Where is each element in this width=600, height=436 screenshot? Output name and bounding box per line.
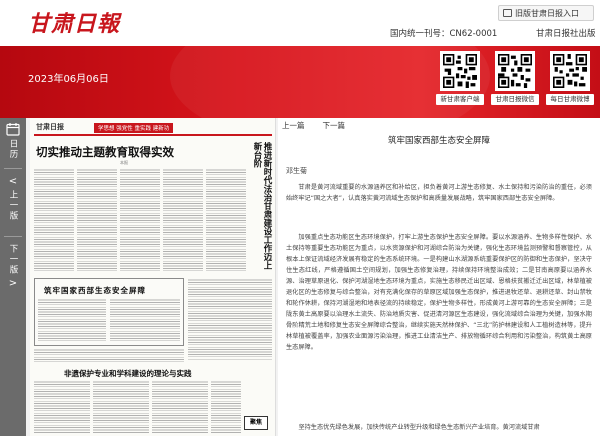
- paper-vertical-headline[interactable]: 推进新时代法治甘肃建设工作迈上新台阶: [252, 142, 272, 272]
- paper-corner-logo: 聚焦: [244, 416, 268, 430]
- nav-divider: [4, 168, 22, 169]
- publisher-text: 甘肃日报社出版: [536, 29, 596, 39]
- text-column: [120, 168, 160, 272]
- text-column: [163, 168, 203, 272]
- nav-divider: [4, 236, 22, 237]
- next-article-link[interactable]: 下一篇: [323, 120, 346, 131]
- cn-number: 国内统一刊号：CN62-0001: [390, 29, 498, 39]
- content-area: 日历 < 上一版 下一版 > 甘肃日报 学思想 强党性 重实践 建新功 切实推动…: [0, 118, 600, 436]
- text-column: [110, 298, 180, 342]
- monitor-icon: [503, 9, 512, 17]
- prev-page-button[interactable]: < 上一版: [0, 174, 26, 236]
- text-column: [77, 168, 117, 272]
- paper-byline: 本报: [120, 160, 128, 165]
- qr-label: 甘肃日报微信: [491, 94, 539, 105]
- text-column: [34, 168, 74, 272]
- qr-client[interactable]: 新甘肃客户端: [436, 51, 484, 105]
- paper-header: 甘肃日报 学思想 强党性 重实践 建新功: [34, 122, 272, 136]
- qr-label: 每日甘肃微博: [546, 94, 594, 105]
- newspaper-page-image[interactable]: 甘肃日报 学思想 强党性 重实践 建新功 切实推动主题教育取得实效 本报 推进新…: [30, 118, 276, 436]
- paper-article3-headline[interactable]: 非遗保护专业和学科建设的理论与实践: [64, 368, 192, 379]
- left-navigation: 日历 < 上一版 下一版 >: [0, 118, 26, 436]
- text-column: [206, 168, 246, 272]
- article-reader: 上一篇 下一篇 筑牢国家西部生态安全屏障 邓生菊 甘肃是黄河流域重要的水源涵养区…: [278, 118, 600, 436]
- old-site-label: 旧版甘肃日报入口: [515, 8, 579, 18]
- article-paragraph: 坚持生态优先绿色发展，加快传统产业转型升级和绿色生态新兴产业培育。黄河流域甘肃: [298, 424, 540, 431]
- calendar-icon: [6, 123, 20, 136]
- paper-main-headline[interactable]: 切实推动主题教育取得实效: [36, 144, 174, 160]
- text-column: [211, 380, 241, 434]
- qr-label: 新甘肃客户端: [436, 94, 484, 105]
- article-author: 邓生菊: [286, 167, 307, 175]
- qr-code-icon: [495, 51, 535, 91]
- paper-tag-strip: 学思想 强党性 重实践 建新功: [94, 123, 174, 133]
- issue-date: 2023年06月06日: [28, 74, 109, 85]
- prev-article-link[interactable]: 上一篇: [282, 120, 305, 131]
- calendar-label: 日历: [8, 139, 18, 160]
- text-column: [93, 380, 149, 434]
- calendar-button[interactable]: 日历: [0, 118, 26, 166]
- next-page-label: 下一版: [8, 244, 18, 276]
- top-header: 甘肃日報 旧版甘肃日报入口 国内统一刊号：CN62-0001 甘肃日报社出版: [0, 0, 600, 46]
- date-banner: 2023年06月06日 新甘肃客户端 甘肃日报微信 每日甘肃微博: [0, 46, 600, 118]
- paper-masthead: 甘肃日报: [36, 122, 64, 131]
- prev-page-label: 上一版: [8, 190, 18, 222]
- chevron-left-icon: <: [8, 176, 18, 187]
- text-column: [38, 298, 106, 342]
- qr-wechat[interactable]: 甘肃日报微信: [491, 51, 539, 105]
- article-title: 筑牢国家西部生态安全屏障: [387, 136, 490, 146]
- text-column: [152, 380, 208, 434]
- qr-weibo[interactable]: 每日甘肃微博: [546, 51, 594, 105]
- paper-article2-headline[interactable]: 筑牢国家西部生态安全屏障: [44, 285, 146, 296]
- chevron-right-icon: >: [8, 277, 18, 289]
- text-column: [34, 348, 184, 362]
- article-pager: 上一篇 下一篇: [282, 120, 345, 131]
- article-paragraph: 加强重点生态功能区生态环境保护，打牢上游生态保护生态安全屏障。要以水源涵养、生物…: [286, 234, 592, 351]
- qr-code-icon: [550, 51, 590, 91]
- next-page-button[interactable]: 下一版 >: [0, 240, 26, 302]
- article-paragraph: 甘肃是黄河流域重要的水源涵养区和补给区，担负着黄河上游生态修复、水土保持和污染防…: [286, 184, 592, 202]
- site-logo[interactable]: 甘肃日報: [28, 6, 120, 38]
- old-site-button[interactable]: 旧版甘肃日报入口: [498, 5, 594, 21]
- qr-code-icon: [440, 51, 480, 91]
- text-column: [188, 278, 272, 360]
- text-column: [34, 380, 90, 434]
